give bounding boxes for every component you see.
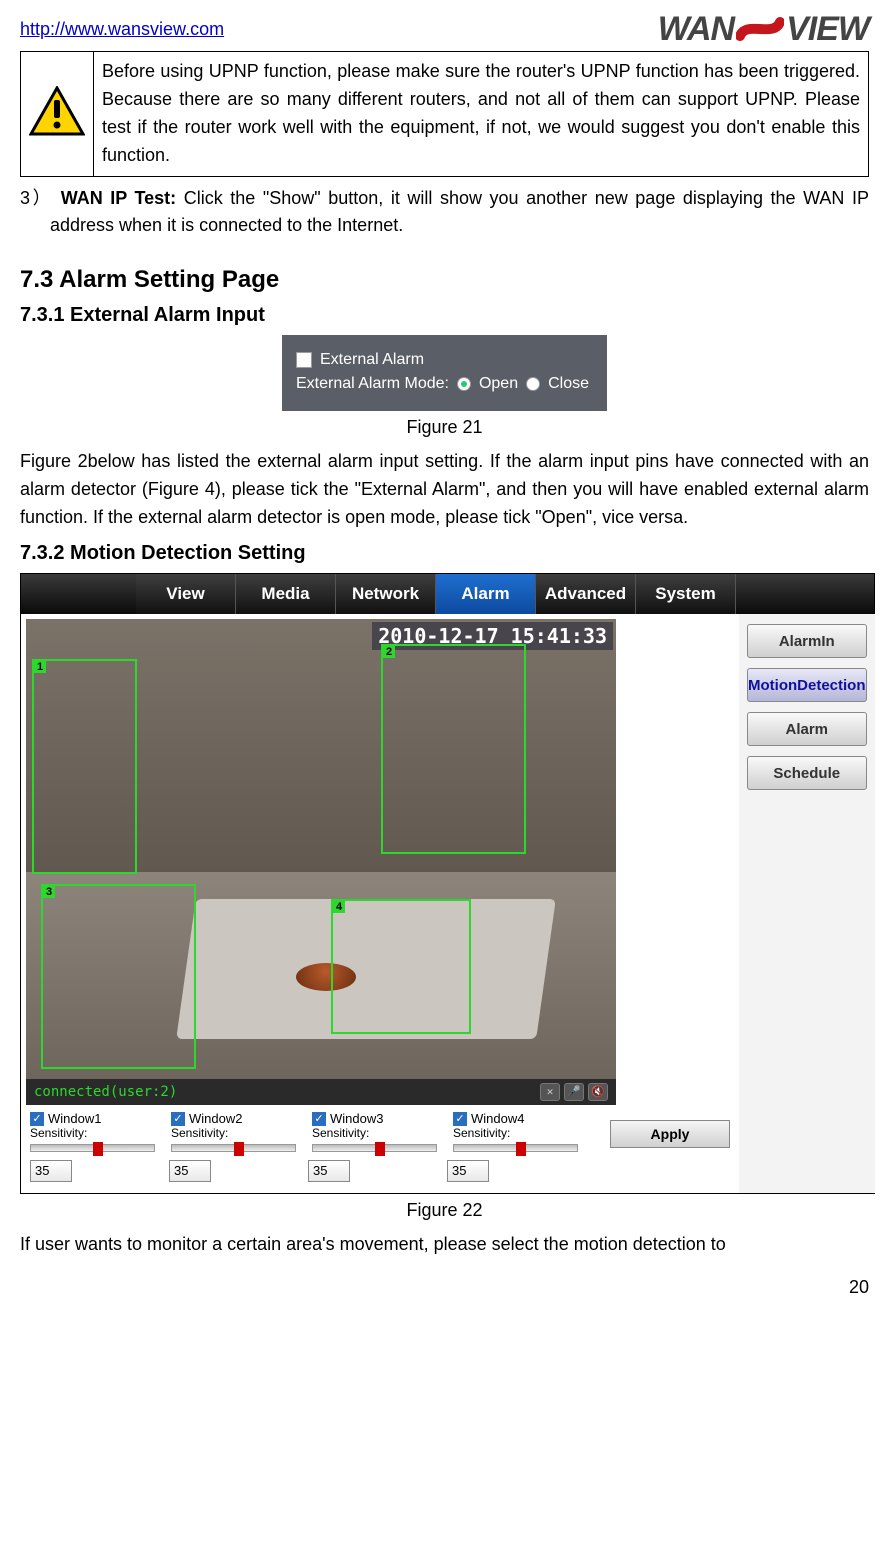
window3-sens-label: Sensitivity:: [312, 1126, 437, 1140]
apply-button[interactable]: Apply: [610, 1120, 730, 1148]
tab-media[interactable]: Media: [236, 574, 336, 614]
heading-7-3-2: 7.3.2 Motion Detection Setting: [20, 542, 869, 565]
external-alarm-label: External Alarm: [320, 351, 424, 369]
logo-post: VIEW: [786, 10, 869, 49]
speaker-mute-icon[interactable]: 🔇: [588, 1083, 608, 1101]
window3-value[interactable]: 35: [308, 1160, 350, 1182]
alarm-side-nav: AlarmIn MotionDetection Alarm Schedule: [739, 614, 875, 1193]
window1-block: Window1 Sensitivity:: [30, 1111, 155, 1156]
tab-advanced[interactable]: Advanced: [536, 574, 636, 614]
window3-checkbox[interactable]: [312, 1112, 326, 1126]
window2-sens-label: Sensitivity:: [171, 1126, 296, 1140]
tab-network[interactable]: Network: [336, 574, 436, 614]
item3-num: 3）: [20, 188, 53, 208]
zone-4[interactable]: 4: [331, 899, 471, 1034]
radio-close[interactable]: [526, 377, 540, 391]
heading-7-3: 7.3 Alarm Setting Page: [20, 266, 869, 294]
tools-icon[interactable]: ✕: [540, 1083, 560, 1101]
side-alarm[interactable]: Alarm: [747, 712, 867, 746]
page-number: 20: [20, 1277, 869, 1298]
zone-3-num: 3: [43, 886, 55, 898]
external-alarm-checkbox[interactable]: [296, 352, 312, 368]
warning-text: Before using UPNP function, please make …: [94, 52, 869, 177]
wansview-logo: WAN VIEW: [658, 10, 869, 49]
zone-3[interactable]: 3: [41, 884, 196, 1069]
connection-status: connected(user:2): [34, 1084, 177, 1100]
window4-checkbox[interactable]: [453, 1112, 467, 1126]
side-schedule[interactable]: Schedule: [747, 756, 867, 790]
window4-sens-label: Sensitivity:: [453, 1126, 578, 1140]
radio-open[interactable]: [457, 377, 471, 391]
header-url-link[interactable]: http://www.wansview.com: [20, 19, 224, 40]
mic-icon[interactable]: 🎤: [564, 1083, 584, 1101]
window2-value[interactable]: 35: [169, 1160, 211, 1182]
side-motiondetection[interactable]: MotionDetection: [747, 668, 867, 702]
para-7-3-1: Figure 2below has listed the external al…: [20, 448, 869, 532]
window3-label: Window3: [330, 1111, 383, 1126]
heading-7-3-1: 7.3.1 External Alarm Input: [20, 304, 869, 327]
radio-open-label: Open: [479, 375, 518, 393]
window1-label: Window1: [48, 1111, 101, 1126]
window3-block: Window3 Sensitivity:: [312, 1111, 437, 1156]
figure-22-caption: Figure 22: [20, 1200, 869, 1221]
item3-bold: WAN IP Test:: [61, 188, 176, 208]
window1-sens-label: Sensitivity:: [30, 1126, 155, 1140]
trailing-paragraph: If user wants to monitor a certain area'…: [20, 1231, 869, 1259]
tab-view[interactable]: View: [136, 574, 236, 614]
window4-slider[interactable]: [453, 1144, 578, 1152]
external-alarm-panel: External Alarm External Alarm Mode: Open…: [282, 335, 607, 411]
zone-2[interactable]: 2: [381, 644, 526, 854]
window2-label: Window2: [189, 1111, 242, 1126]
camera-video-view[interactable]: 2010-12-17 15:41:33 1 2 3 4: [26, 619, 616, 1079]
window2-block: Window2 Sensitivity:: [171, 1111, 296, 1156]
window1-checkbox[interactable]: [30, 1112, 44, 1126]
window1-value[interactable]: 35: [30, 1160, 72, 1182]
logo-pre: WAN: [658, 10, 734, 49]
motion-detection-panel: View Media Network Alarm Advanced System…: [20, 573, 875, 1194]
figure-21-caption: Figure 21: [20, 417, 869, 438]
window4-value[interactable]: 35: [447, 1160, 489, 1182]
window2-slider[interactable]: [171, 1144, 296, 1152]
zone-4-num: 4: [333, 901, 345, 913]
zone-1-num: 1: [34, 661, 46, 673]
window2-checkbox[interactable]: [171, 1112, 185, 1126]
window1-slider[interactable]: [30, 1144, 155, 1152]
external-alarm-mode-label: External Alarm Mode:: [296, 375, 449, 393]
tab-alarm[interactable]: Alarm: [436, 574, 536, 614]
wan-ip-test-item: 3） WAN IP Test: Click the "Show" button,…: [20, 185, 869, 241]
radio-close-label: Close: [548, 375, 589, 393]
logo-s-icon: [736, 12, 784, 48]
zone-2-num: 2: [383, 646, 395, 658]
zone-1[interactable]: 1: [32, 659, 137, 874]
window4-block: Window4 Sensitivity:: [453, 1111, 578, 1156]
warning-box: Before using UPNP function, please make …: [20, 51, 869, 177]
side-alarmin[interactable]: AlarmIn: [747, 624, 867, 658]
window4-label: Window4: [471, 1111, 524, 1126]
top-tab-bar: View Media Network Alarm Advanced System: [21, 574, 874, 614]
window3-slider[interactable]: [312, 1144, 437, 1152]
tab-system[interactable]: System: [636, 574, 736, 614]
warning-icon: [29, 86, 85, 136]
